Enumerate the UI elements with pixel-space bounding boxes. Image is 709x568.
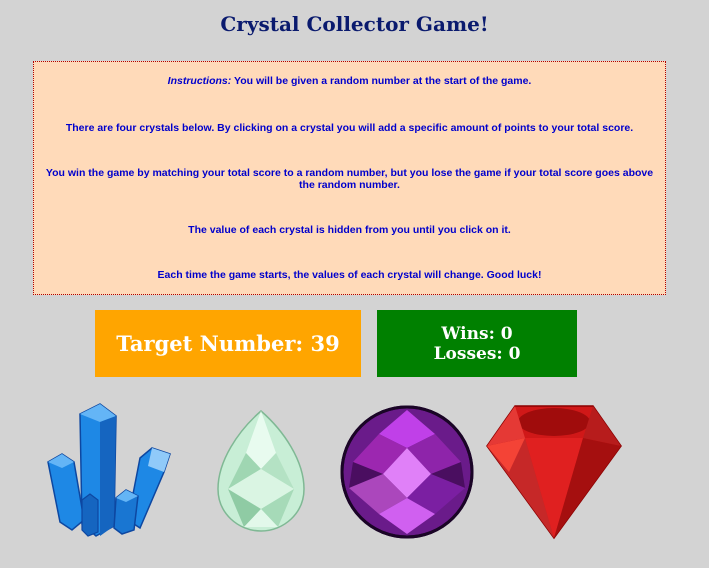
instructions-intro: Instructions: You will be given a random…	[40, 75, 659, 87]
instructions-panel: Instructions: You will be given a random…	[33, 61, 666, 295]
instructions-label: Instructions:	[167, 75, 232, 87]
instructions-line-2: There are four crystals below. By clicki…	[65, 122, 634, 134]
losses-count: Losses: 0	[433, 343, 521, 364]
score-box: Wins: 0 Losses: 0	[377, 310, 577, 377]
page-title: Crystal Collector Game!	[220, 12, 489, 36]
instructions-intro-text: You will be given a random number at the…	[231, 75, 532, 87]
instructions-line-4: The value of each crystal is hidden from…	[188, 224, 511, 236]
wins-count: Wins: 0	[441, 323, 513, 344]
instructions-line-5: Each time the game starts, the values of…	[157, 269, 542, 281]
purple-round-gem-icon[interactable]	[339, 404, 475, 540]
blue-crystal-cluster-icon[interactable]	[44, 402, 182, 540]
instructions-line-3: You win the game by matching your total …	[45, 167, 654, 191]
target-number-box: Target Number: 39	[95, 310, 361, 377]
green-teardrop-gem-icon[interactable]	[214, 409, 308, 533]
target-number-label: Target Number: 39	[116, 331, 340, 356]
red-ruby-gem-icon[interactable]	[485, 402, 623, 540]
